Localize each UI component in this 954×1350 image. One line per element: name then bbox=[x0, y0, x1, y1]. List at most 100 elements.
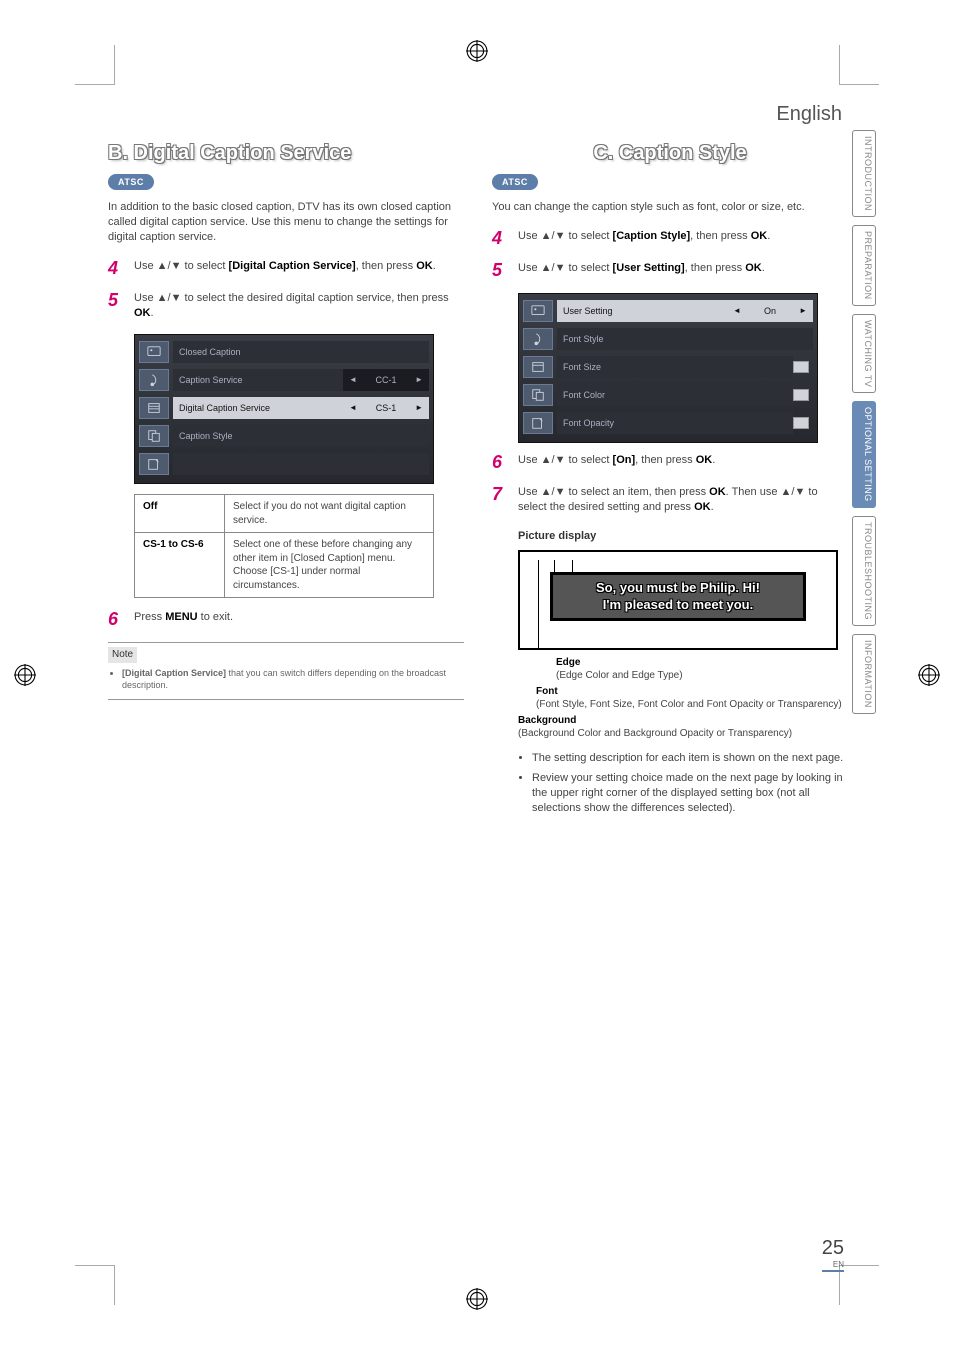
arrows-icon: ▲/▼ bbox=[541, 486, 566, 498]
arrows-icon: ▲/▼ bbox=[157, 260, 182, 272]
arrows-icon: ▲/▼ bbox=[541, 262, 566, 274]
side-tab-preparation: PREPARATION bbox=[852, 225, 876, 306]
menu-preview-b: Closed Caption Caption Service◄CC-1► Dig… bbox=[134, 334, 434, 484]
settings-icon bbox=[139, 453, 169, 475]
crop-mark bbox=[75, 1265, 115, 1305]
left-arrow-icon: ◄ bbox=[733, 306, 741, 317]
t: OK bbox=[745, 262, 762, 274]
section-b-title: B. Digital Caption Service bbox=[108, 140, 464, 167]
t: OK bbox=[709, 486, 726, 498]
crop-mark bbox=[839, 45, 879, 85]
step-text: Press MENU to exit. bbox=[134, 610, 464, 628]
language-label: English bbox=[776, 103, 842, 126]
crop-mark bbox=[75, 45, 115, 85]
menu-preview-c: User Setting◄On► Font Style Font Size Fo… bbox=[518, 293, 818, 443]
t: . bbox=[712, 454, 715, 466]
caption-line: I'm pleased to meet you. bbox=[557, 596, 799, 614]
arrows-icon: ▲/▼ bbox=[781, 486, 806, 498]
left-arrow-icon: ◄ bbox=[349, 403, 357, 414]
side-tabs: INTRODUCTION PREPARATION WATCHING TV OPT… bbox=[852, 130, 876, 714]
section-b-intro: In addition to the basic closed caption,… bbox=[108, 200, 464, 245]
t: , then press bbox=[635, 454, 696, 466]
t: Use bbox=[134, 260, 157, 272]
lead-line bbox=[538, 560, 539, 648]
left-arrow-icon: ◄ bbox=[349, 375, 357, 386]
step-text: Use ▲/▼ to select [User Setting], then p… bbox=[518, 261, 848, 279]
bullets: The setting description for each item is… bbox=[518, 751, 848, 816]
t: , then press bbox=[690, 230, 751, 242]
t: [User Setting] bbox=[613, 262, 685, 274]
atsc-badge: ATSC bbox=[108, 174, 154, 190]
t: . bbox=[433, 260, 436, 272]
page-number: 25 EN bbox=[822, 1237, 844, 1272]
right-arrow-icon: ► bbox=[799, 306, 807, 317]
menu-label: Font Opacity bbox=[557, 412, 793, 434]
menu-label bbox=[173, 453, 429, 475]
language-icon bbox=[139, 425, 169, 447]
menu-value: ◄ CS-1 ► bbox=[343, 397, 429, 419]
section-c-intro: You can change the caption style such as… bbox=[492, 200, 848, 215]
t: to select bbox=[565, 262, 612, 274]
menu-label: Closed Caption bbox=[173, 341, 429, 363]
menu-label: Font Color bbox=[557, 384, 793, 406]
step-number: 5 bbox=[492, 261, 508, 279]
list-item: The setting description for each item is… bbox=[532, 751, 848, 766]
lead-line bbox=[572, 560, 573, 572]
t: (Font Style, Font Size, Font Color and F… bbox=[536, 699, 842, 710]
settings-icon bbox=[523, 412, 553, 434]
section-c-title: C. Caption Style bbox=[492, 140, 848, 167]
right-arrow-icon: ► bbox=[415, 375, 423, 386]
step-5: 5 Use ▲/▼ to select [User Setting], then… bbox=[492, 261, 848, 279]
t: OK bbox=[696, 454, 713, 466]
t: [Digital Caption Service] bbox=[229, 260, 356, 272]
t: . bbox=[711, 501, 714, 513]
sound-icon bbox=[139, 369, 169, 391]
t: Use bbox=[518, 262, 541, 274]
picture-icon bbox=[139, 341, 169, 363]
t: . bbox=[767, 230, 770, 242]
step-number: 7 bbox=[492, 485, 508, 515]
table-row: CS-1 to CS-6Select one of these before c… bbox=[135, 533, 434, 598]
t: OK bbox=[134, 307, 151, 319]
v: On bbox=[764, 305, 776, 317]
t: to select bbox=[181, 260, 228, 272]
registration-mark-icon bbox=[918, 664, 940, 686]
side-tab-information: INFORMATION bbox=[852, 634, 876, 714]
column-b: B. Digital Caption Service ATSC In addit… bbox=[108, 140, 464, 822]
t: Use bbox=[518, 454, 541, 466]
step-4: 4 Use ▲/▼ to select [Caption Style], the… bbox=[492, 229, 848, 247]
side-tab-watching-tv: WATCHING TV bbox=[852, 314, 876, 393]
opt-key: CS-1 to CS-6 bbox=[135, 533, 225, 598]
t: OK bbox=[416, 260, 433, 272]
menu-label: User Setting bbox=[557, 300, 727, 322]
right-arrow-icon: ► bbox=[415, 403, 423, 414]
caption-sample: So, you must be Philip. Hi! I'm pleased … bbox=[550, 572, 806, 621]
t: [Caption Style] bbox=[613, 230, 691, 242]
side-tab-optional-setting: OPTIONAL SETTING bbox=[852, 401, 876, 508]
t: MENU bbox=[165, 611, 197, 623]
atsc-badge: ATSC bbox=[492, 174, 538, 190]
t: Background bbox=[518, 715, 576, 726]
language-icon bbox=[523, 384, 553, 406]
t: to select the desired digital caption se… bbox=[181, 292, 448, 304]
opt-val: Select if you do not want digital captio… bbox=[225, 495, 434, 533]
menu-value: ◄ On ► bbox=[727, 300, 813, 322]
page-suffix: EN bbox=[822, 1260, 844, 1269]
t: , then press bbox=[685, 262, 746, 274]
caption-line: So, you must be Philip. Hi! bbox=[557, 579, 799, 597]
note-title: Note bbox=[108, 647, 137, 663]
t: to select an item, then press bbox=[565, 486, 709, 498]
sound-icon bbox=[523, 328, 553, 350]
note-box: Note [Digital Caption Service] [Digital … bbox=[108, 642, 464, 700]
t: to select bbox=[565, 230, 612, 242]
side-tab-introduction: INTRODUCTION bbox=[852, 130, 876, 217]
t: , then press bbox=[356, 260, 417, 272]
step-6: 6 Press MENU to exit. bbox=[108, 610, 464, 628]
lead-line bbox=[554, 560, 555, 572]
menu-label: Digital Caption Service bbox=[173, 397, 343, 419]
page-number-value: 25 bbox=[822, 1237, 844, 1259]
t: to exit. bbox=[198, 611, 233, 623]
picture-icon bbox=[523, 300, 553, 322]
v: CS-1 bbox=[376, 402, 397, 414]
menu-check-icon bbox=[793, 389, 809, 401]
